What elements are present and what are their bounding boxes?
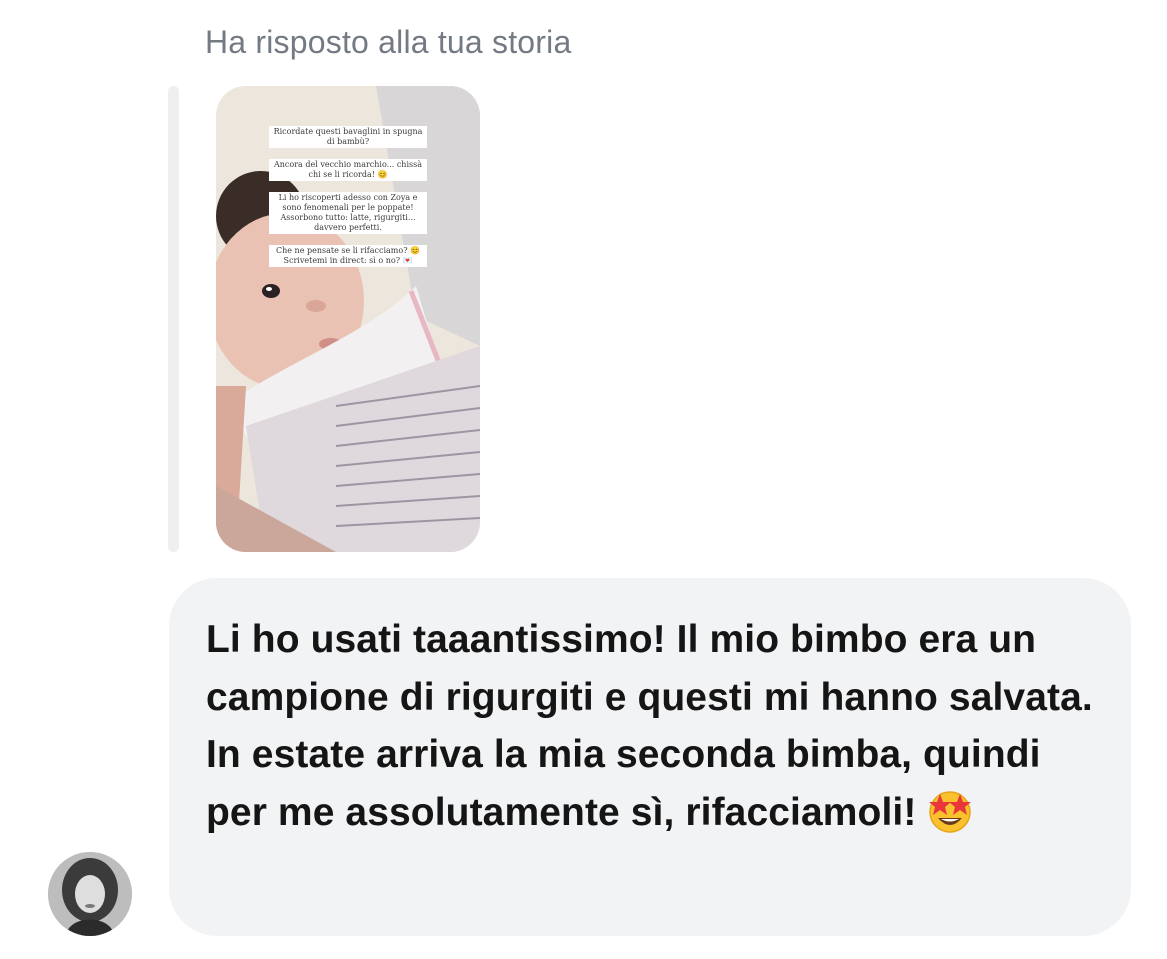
story-line-2: Ancora del vecchio marchio... chissà chi… <box>269 159 427 181</box>
message-content: Li ho usati taaantissimo! Il mio bimbo e… <box>206 611 1093 841</box>
star-struck-emoji-icon <box>922 788 979 833</box>
story-line-1: Ricordate questi bavaglini in spugna di … <box>269 126 427 148</box>
story-line-4: Che ne pensate se li rifacciamo? 😊 Scriv… <box>269 245 427 267</box>
avatar[interactable] <box>48 852 132 936</box>
message-bubble[interactable]: Li ho usati taaantissimo! Il mio bimbo e… <box>169 578 1131 936</box>
quote-bar <box>168 86 179 552</box>
reply-label: Ha risposto alla tua storia <box>205 24 572 60</box>
story-thumbnail[interactable]: Ricordate questi bavaglini in spugna di … <box>216 86 480 552</box>
user-avatar-icon <box>48 852 132 936</box>
story-text-overlay: Ricordate questi bavaglini in spugna di … <box>216 126 480 267</box>
story-line-3: Li ho riscoperti adesso con Zoya e sono … <box>269 192 427 234</box>
